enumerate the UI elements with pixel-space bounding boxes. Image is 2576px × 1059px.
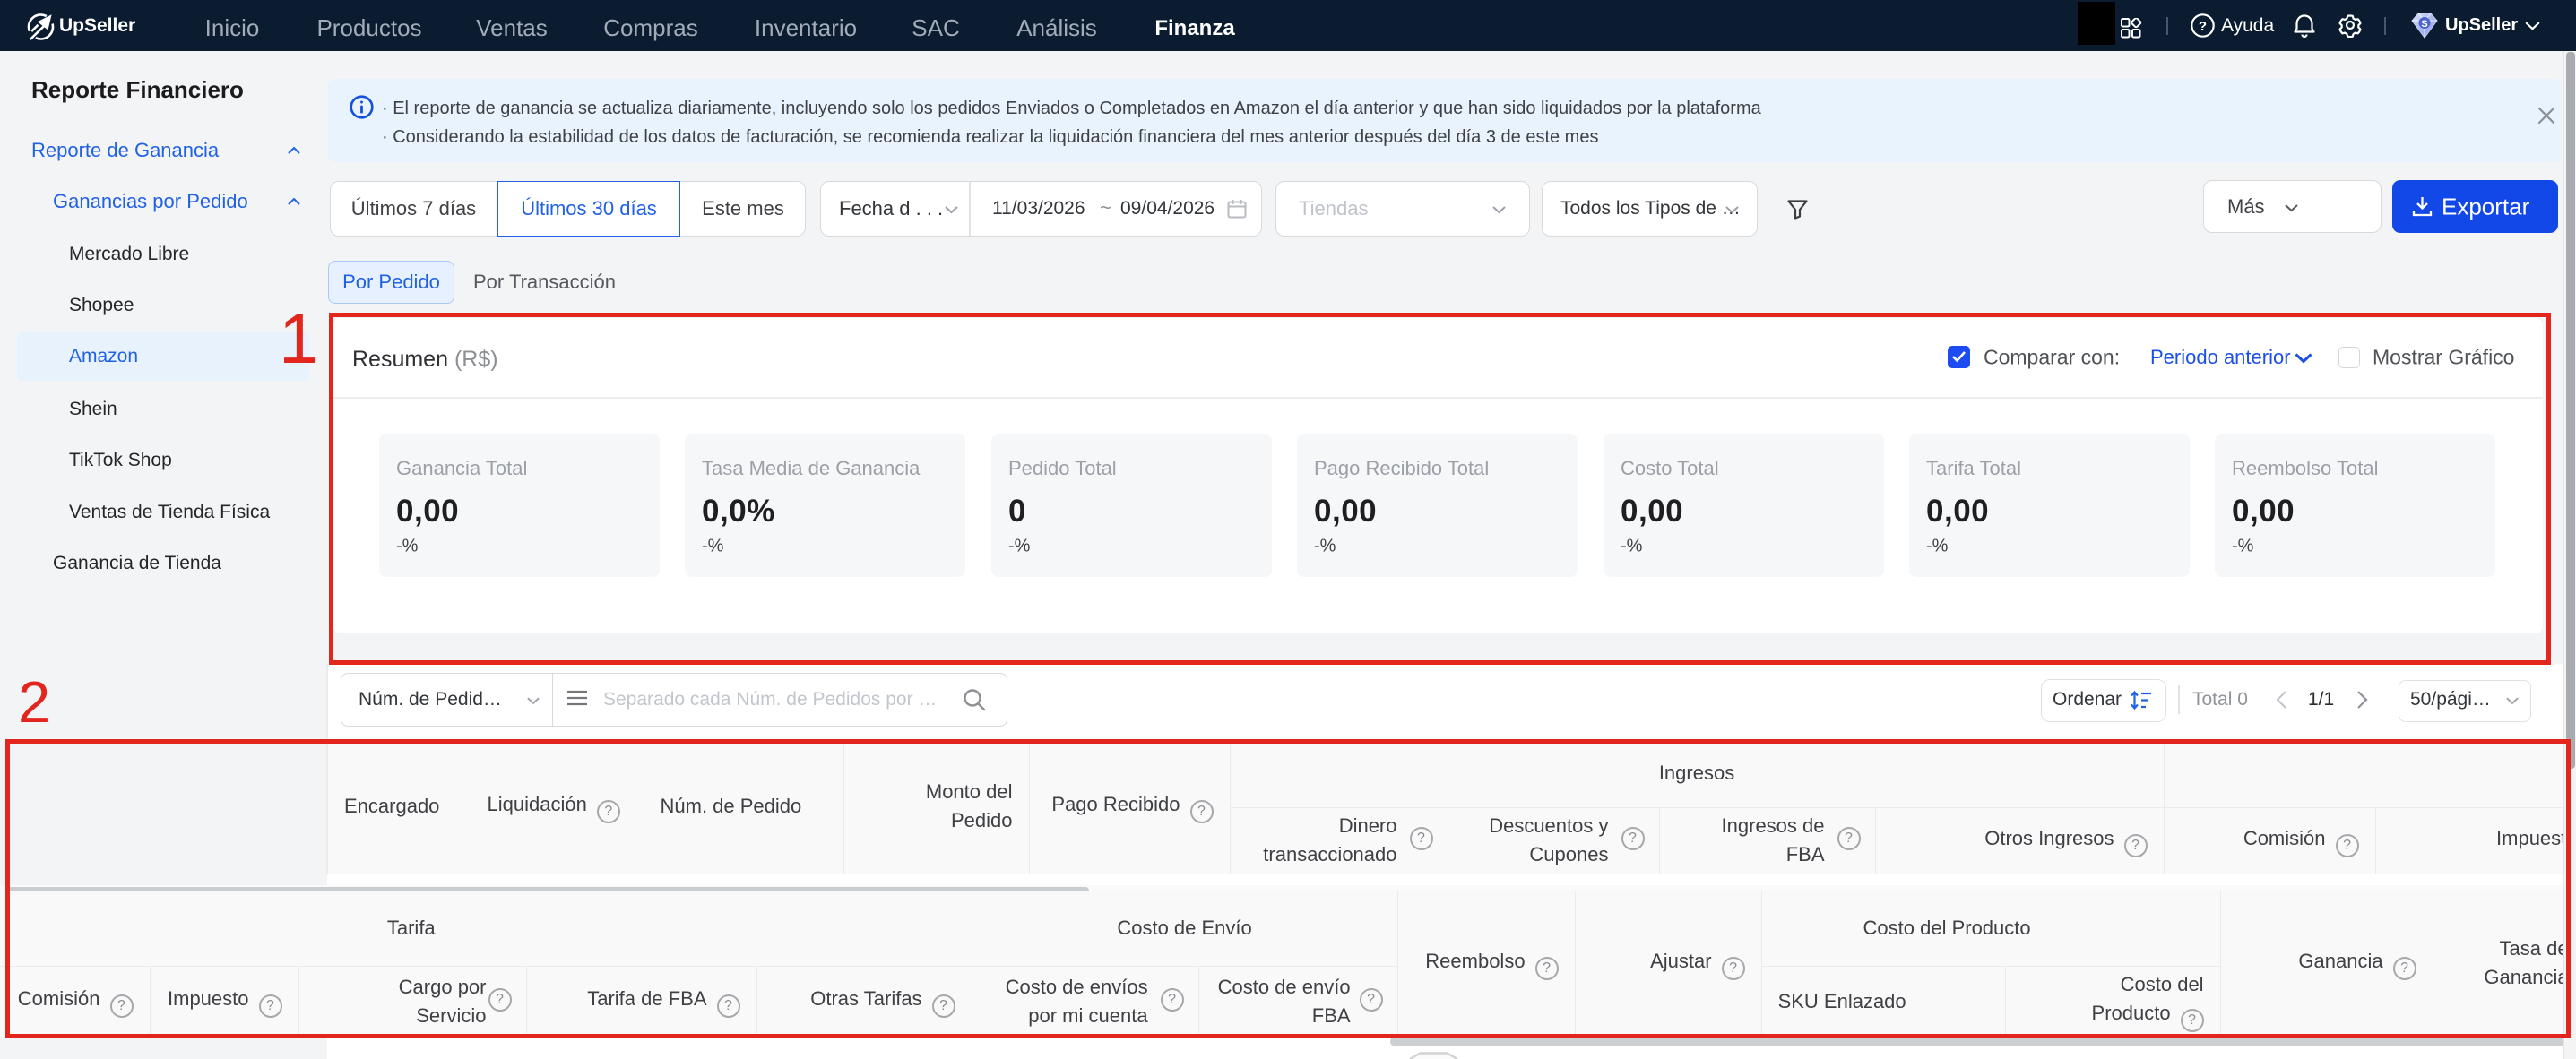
svg-text:?: ? [2199, 19, 2207, 34]
svg-text:S: S [2421, 19, 2427, 30]
